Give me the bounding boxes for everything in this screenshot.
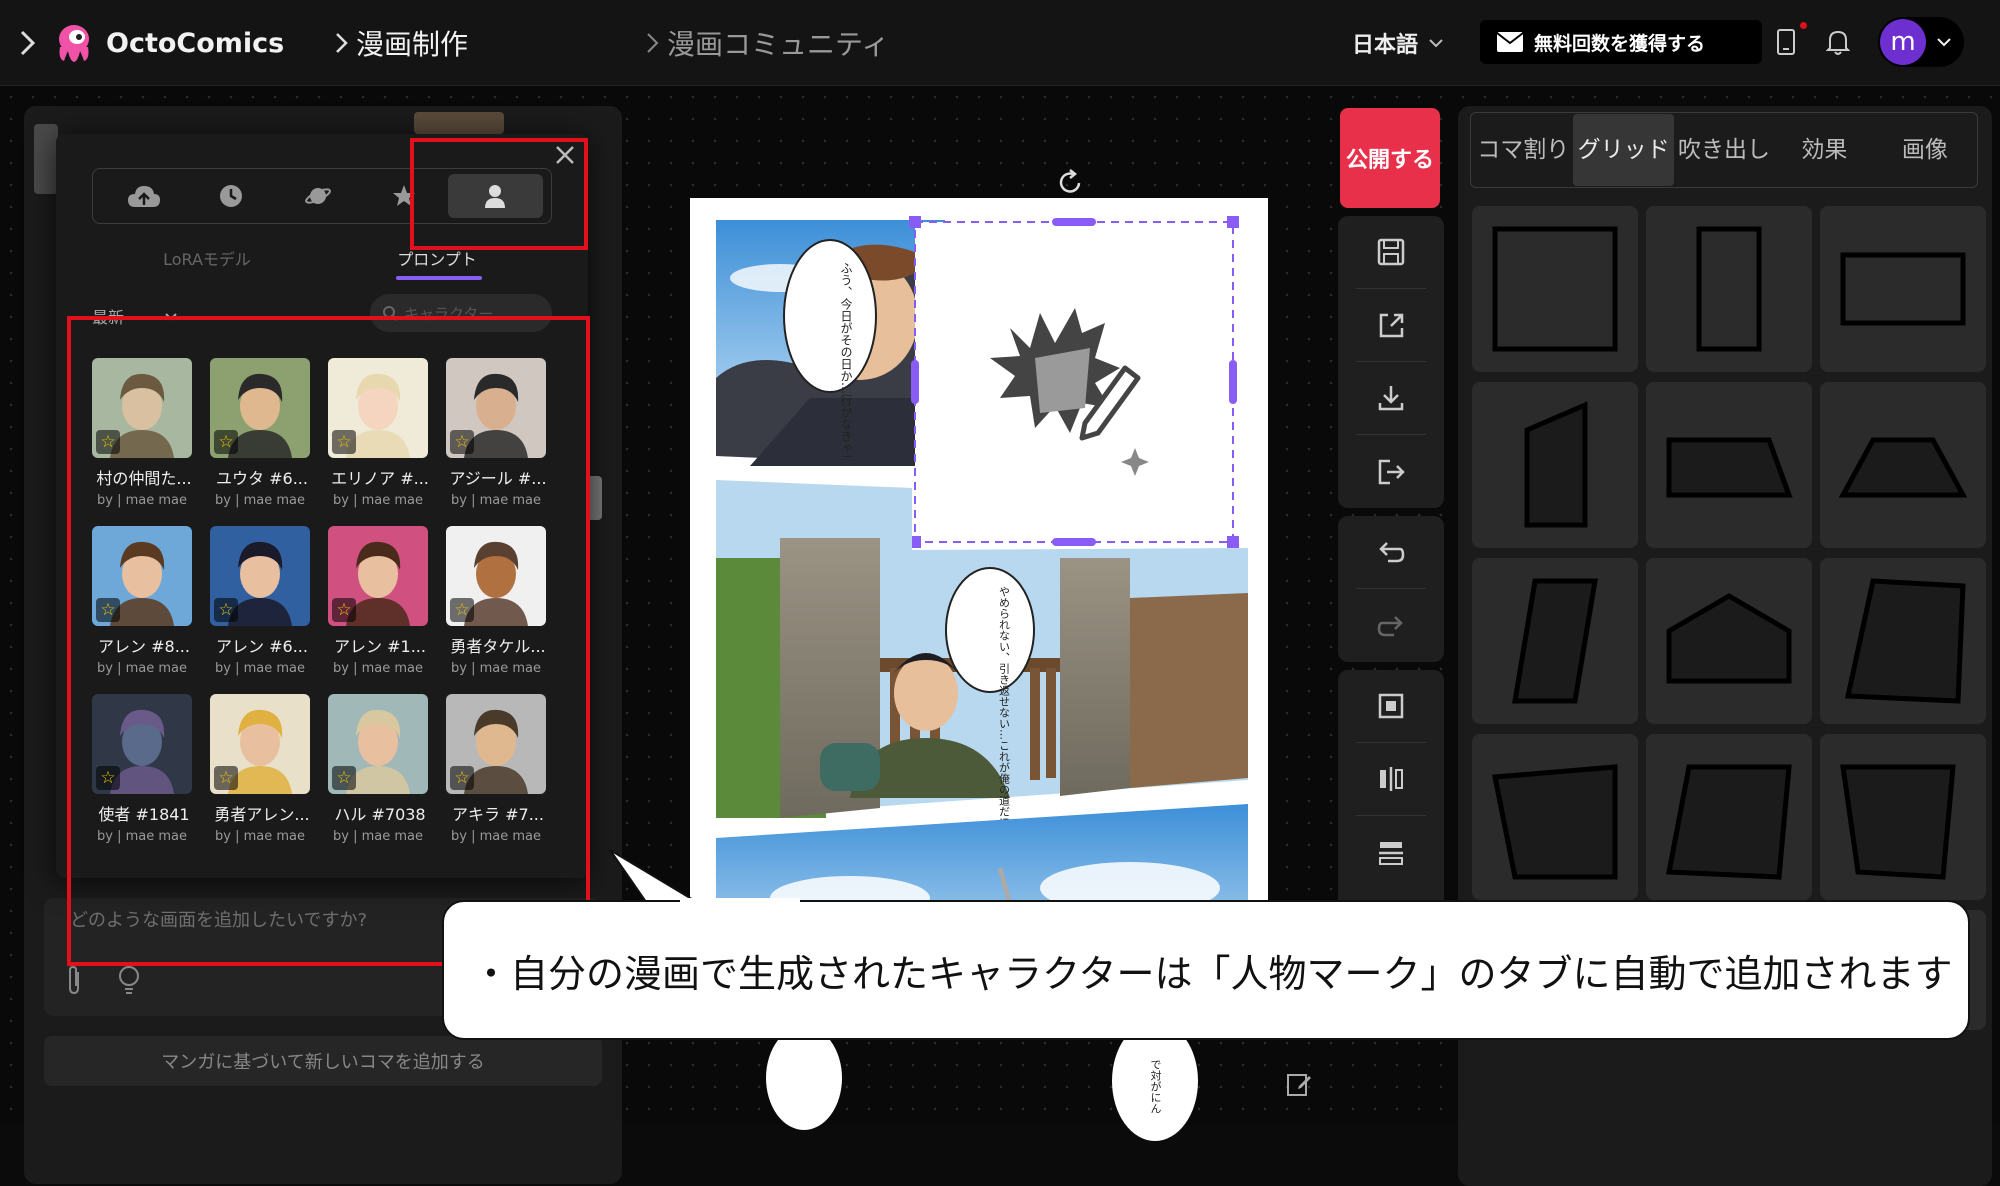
mail-icon <box>1496 32 1524 52</box>
explore-tab[interactable] <box>274 183 361 209</box>
speech-bubble-4[interactable] <box>766 1026 842 1130</box>
tab-speech-bubble[interactable]: 吹き出し <box>1674 114 1774 186</box>
attach-icon[interactable] <box>64 964 84 996</box>
free-credits-button[interactable]: 無料回数を獲得する <box>1480 20 1762 64</box>
history-tools <box>1338 516 1444 662</box>
workspace: どのような画面を追加したいですか? マンガに基づいて新しいコマを追加する ふう、… <box>0 86 2000 1186</box>
undo-icon[interactable] <box>1356 516 1426 589</box>
split-horizontal-icon[interactable] <box>1356 816 1426 889</box>
avatar: m <box>1880 19 1926 65</box>
tab-image[interactable]: 画像 <box>1875 114 1975 186</box>
panel-thumbnail[interactable] <box>34 124 58 194</box>
tab-underline <box>396 276 482 280</box>
nav-create[interactable]: 漫画制作 <box>334 0 468 86</box>
grid-shape-11[interactable] <box>1646 734 1812 900</box>
redo-icon[interactable] <box>1356 589 1426 662</box>
file-tools <box>1338 216 1444 508</box>
download-icon[interactable] <box>1356 362 1426 435</box>
upload-tab[interactable] <box>101 183 188 209</box>
panel-thumbnail[interactable] <box>414 112 504 134</box>
grid-shape-3[interactable] <box>1820 206 1986 372</box>
callout-box: ・自分の漫画で生成されたキャラクターは「人物マーク」のタブに自動で追加されます <box>442 900 1970 1040</box>
tab-panel-split[interactable]: コマ割り <box>1473 114 1573 186</box>
grid-shape-10[interactable] <box>1472 734 1638 900</box>
brand-logo[interactable]: OctoComics <box>52 0 284 86</box>
expand-sidebar-icon[interactable] <box>18 0 38 86</box>
user-menu[interactable]: m <box>1878 17 1964 67</box>
grid-shape-7[interactable] <box>1472 558 1638 724</box>
cloud-upload-icon <box>128 186 161 207</box>
grid-shape-1[interactable] <box>1472 206 1638 372</box>
add-panel-label: マンガに基づいて新しいコマを追加する <box>161 1052 485 1073</box>
grid-shape-5[interactable] <box>1646 382 1812 548</box>
export-icon[interactable] <box>1356 435 1426 508</box>
refresh-icon[interactable] <box>1056 168 1084 198</box>
nav-community[interactable]: 漫画コミュニティ <box>645 0 889 86</box>
bubble-3-text: で対がにん <box>1149 1058 1162 1114</box>
grid-shape-8[interactable] <box>1646 558 1812 724</box>
language-select[interactable]: 日本語 <box>1352 0 1444 86</box>
planet-icon <box>304 188 331 204</box>
mobile-icon[interactable] <box>1776 22 1807 62</box>
history-tab[interactable] <box>188 183 275 209</box>
top-bar: OctoComics 漫画制作 漫画コミュニティ 日本語 無料回数を獲得する m <box>0 0 2000 86</box>
mode-tabs: LoRAモデル プロンプト <box>92 246 552 290</box>
octopus-logo-icon <box>59 25 89 62</box>
grid-shape-6[interactable] <box>1820 382 1986 548</box>
nav-create-label: 漫画制作 <box>356 28 469 61</box>
callout-pointer-cover <box>680 898 800 904</box>
highlight-character-grid <box>67 316 590 966</box>
lightbulb-icon[interactable] <box>116 964 142 996</box>
callout-text: ・自分の漫画で生成されたキャラクターは「人物マーク」のタブに自動で追加されます <box>472 951 1953 996</box>
highlight-person-tab <box>410 138 588 250</box>
grid-shape-4[interactable] <box>1472 382 1638 548</box>
publish-label: 公開する <box>1345 148 1434 173</box>
split-vertical-icon[interactable] <box>1356 743 1426 816</box>
tab-lora-model[interactable]: LoRAモデル <box>92 246 322 290</box>
grid-shape-12[interactable] <box>1820 734 1986 900</box>
publish-button[interactable]: 公開する <box>1340 108 1440 208</box>
edit-note-icon[interactable] <box>1285 1070 1313 1098</box>
nav-community-label: 漫画コミュニティ <box>667 28 890 61</box>
grid-shape-9[interactable] <box>1820 558 1986 724</box>
language-label: 日本語 <box>1352 33 1419 58</box>
grid-shape-2[interactable] <box>1646 206 1812 372</box>
fit-frame-icon[interactable] <box>1356 670 1426 743</box>
tab-prompt[interactable]: プロンプト <box>322 246 552 290</box>
chevron-down-icon <box>1429 39 1443 48</box>
free-credits-label: 無料回数を獲得する <box>1534 32 1706 55</box>
share-icon[interactable] <box>1356 289 1426 362</box>
clock-icon <box>220 185 242 207</box>
tab-effects[interactable]: 効果 <box>1774 114 1874 186</box>
bubble-2-text: やめられない、引き返せない…これが俺の道だ! <box>998 586 1011 822</box>
add-panel-button[interactable]: マンガに基づいて新しいコマを追加する <box>44 1036 602 1086</box>
bell-icon[interactable] <box>1825 28 1851 60</box>
save-icon[interactable] <box>1356 216 1426 289</box>
bubble-1-text: ふう、今日がその日か…行かなきゃ! <box>839 262 853 459</box>
tab-grid[interactable]: グリッド <box>1573 114 1674 186</box>
right-tabs: コマ割り グリッド 吹き出し 効果 画像 <box>1470 112 1978 188</box>
chevron-down-icon <box>1937 38 1951 47</box>
notification-dot <box>1800 22 1807 29</box>
brand-name: OctoComics <box>106 27 285 59</box>
